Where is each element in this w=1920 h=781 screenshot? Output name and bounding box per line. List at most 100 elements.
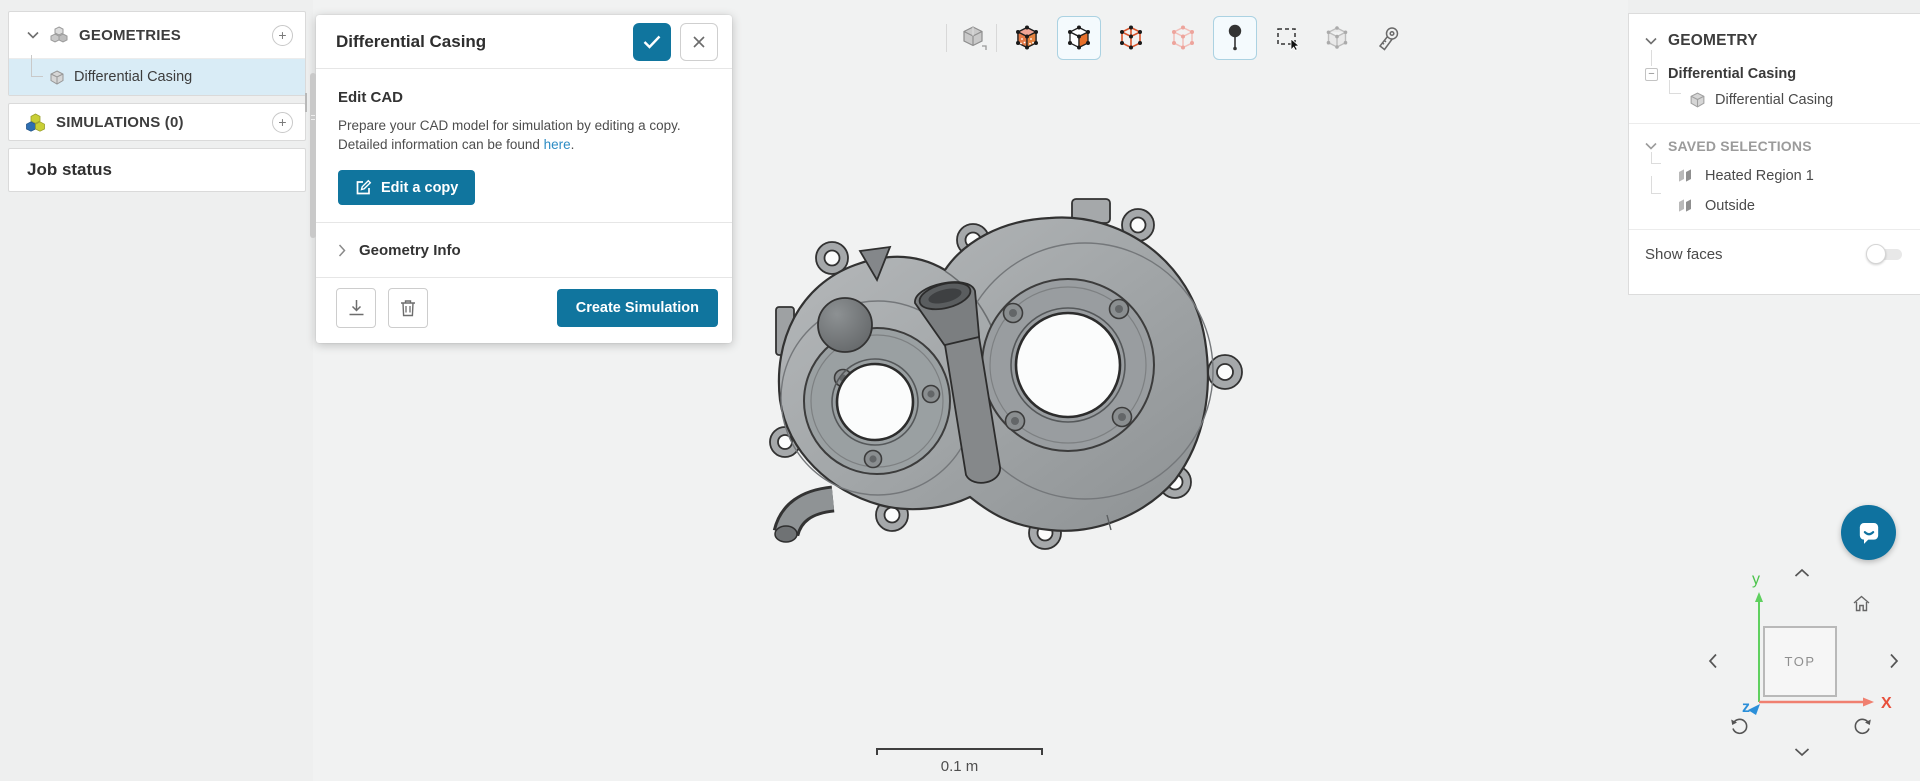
saved-selection-label: Heated Region 1 bbox=[1705, 167, 1814, 184]
geometry-section-header[interactable]: GEOMETRY bbox=[1629, 14, 1920, 50]
chevron-down-icon bbox=[27, 31, 39, 39]
geometry-info-toggle[interactable]: Geometry Info bbox=[316, 222, 732, 278]
chevron-left-icon bbox=[1708, 653, 1717, 669]
trash-icon bbox=[401, 300, 415, 317]
y-axis-label: y bbox=[1752, 571, 1760, 588]
view-cube-label: TOP bbox=[1784, 654, 1816, 669]
geometries-card: GEOMETRIES + Differential Casing bbox=[8, 11, 306, 96]
show-faces-label: Show faces bbox=[1645, 245, 1723, 263]
chevron-down-icon bbox=[1645, 142, 1657, 150]
geometries-header[interactable]: GEOMETRIES + bbox=[9, 12, 305, 58]
measure-tape-icon bbox=[1378, 27, 1399, 51]
faces-selection-icon bbox=[1679, 169, 1691, 182]
x-axis-label: X bbox=[1881, 695, 1892, 712]
saved-selections-header[interactable]: SAVED SELECTIONS bbox=[1629, 124, 1920, 154]
support-chat-button[interactable] bbox=[1841, 505, 1896, 560]
close-button[interactable] bbox=[680, 22, 718, 61]
chevron-right-icon bbox=[338, 243, 346, 257]
measure-button[interactable] bbox=[1368, 16, 1412, 60]
chevron-up-icon bbox=[1794, 568, 1810, 577]
rotate-up-button[interactable] bbox=[1791, 565, 1813, 581]
geometries-label: GEOMETRIES bbox=[79, 26, 182, 44]
tree-connector bbox=[1651, 152, 1661, 164]
select-assembly-cube-icon bbox=[1326, 26, 1348, 49]
geometry-panel: GEOMETRY − Differential Casing Different… bbox=[1628, 13, 1920, 295]
tree-connector bbox=[31, 55, 43, 77]
toolbar-separator bbox=[946, 24, 947, 52]
select-volumes-cube-icon bbox=[1016, 25, 1038, 50]
chat-icon bbox=[1859, 522, 1878, 544]
probe-point-button[interactable] bbox=[1213, 16, 1257, 60]
edit-a-copy-button[interactable]: Edit a copy bbox=[338, 170, 476, 205]
rotate-right-button[interactable] bbox=[1886, 650, 1902, 672]
close-icon bbox=[693, 35, 705, 48]
download-button[interactable] bbox=[336, 288, 376, 328]
tree-item-child[interactable]: Differential Casing bbox=[1629, 80, 1920, 108]
dialog-title: Differential Casing bbox=[336, 31, 487, 51]
saved-selections-label: SAVED SELECTIONS bbox=[1668, 138, 1812, 154]
dialog-scrollbar[interactable] bbox=[310, 73, 316, 238]
rotate-left-button[interactable] bbox=[1705, 650, 1721, 672]
job-status-label: Job status bbox=[27, 160, 113, 179]
geometry-info-label: Geometry Info bbox=[359, 241, 461, 259]
geometry-item-label: Differential Casing bbox=[74, 69, 193, 85]
probe-pin-icon bbox=[1228, 24, 1242, 51]
simulation-cubes-icon bbox=[26, 113, 45, 132]
chevron-down-icon bbox=[1645, 37, 1657, 45]
geometry-header-label: GEOMETRY bbox=[1668, 32, 1758, 49]
rotate-ccw-icon bbox=[1730, 718, 1747, 734]
select-edges-button[interactable] bbox=[1109, 16, 1153, 60]
show-faces-toggle[interactable] bbox=[1866, 244, 1904, 264]
select-bodies-button[interactable] bbox=[953, 16, 997, 60]
saved-selection-outside[interactable]: Outside bbox=[1629, 176, 1920, 214]
rotate-ccw-button[interactable] bbox=[1727, 713, 1751, 737]
chevron-right-icon bbox=[1890, 653, 1899, 669]
select-faces-cube-icon bbox=[1068, 25, 1090, 50]
scale-bar-label: 0.1 m bbox=[940, 758, 979, 775]
cubes-stack-icon bbox=[50, 26, 68, 43]
select-edges-cube-icon bbox=[1120, 25, 1142, 50]
home-view-button[interactable] bbox=[1850, 592, 1872, 614]
confirm-button[interactable] bbox=[633, 22, 671, 61]
job-status-card: Job status bbox=[8, 148, 306, 192]
tree-item-parent[interactable]: − Differential Casing bbox=[1629, 50, 1920, 82]
select-volumes-button[interactable] bbox=[1005, 16, 1049, 60]
tree-child-label: Differential Casing bbox=[1715, 92, 1834, 108]
select-faces-button[interactable] bbox=[1057, 16, 1101, 60]
check-icon bbox=[643, 35, 661, 49]
tree-parent-label: Differential Casing bbox=[1668, 66, 1797, 82]
edit-pencil-icon bbox=[356, 179, 372, 195]
tree-connector bbox=[1669, 80, 1681, 94]
collapse-minus-icon[interactable]: − bbox=[1645, 67, 1658, 81]
view-cube-top-face[interactable]: TOP bbox=[1763, 626, 1837, 697]
saved-selection-label: Outside bbox=[1705, 197, 1755, 214]
select-vertices-button bbox=[1161, 16, 1205, 60]
add-geometry-button[interactable]: + bbox=[272, 24, 293, 46]
rotate-down-button[interactable] bbox=[1791, 744, 1813, 760]
sidebar-item-differential-casing[interactable]: Differential Casing bbox=[9, 55, 305, 95]
scale-bar bbox=[876, 748, 1043, 755]
create-simulation-button[interactable]: Create Simulation bbox=[556, 289, 718, 327]
simulations-label: SIMULATIONS (0) bbox=[56, 113, 184, 131]
edit-cad-dialog: Differential Casing Edit CAD Prepare you… bbox=[310, 15, 732, 343]
cube-icon bbox=[50, 69, 64, 85]
select-assembly-button bbox=[1315, 16, 1359, 60]
rotate-cw-icon bbox=[1854, 718, 1871, 734]
cube-icon bbox=[1690, 92, 1705, 108]
dialog-header: Differential Casing bbox=[316, 15, 732, 69]
show-faces-row: Show faces bbox=[1629, 230, 1920, 264]
select-bodies-cube-icon bbox=[963, 26, 987, 50]
tree-connector bbox=[1651, 50, 1652, 66]
rotate-cw-button[interactable] bbox=[1850, 713, 1874, 737]
edit-cad-description: Prepare your CAD model for simulation by… bbox=[338, 118, 681, 152]
simulations-card[interactable]: SIMULATIONS (0) + bbox=[8, 103, 306, 141]
delete-button[interactable] bbox=[388, 288, 428, 328]
add-simulation-button[interactable]: + bbox=[272, 111, 293, 133]
differential-casing-model[interactable] bbox=[755, 185, 1265, 575]
faces-selection-icon bbox=[1679, 199, 1691, 212]
home-icon bbox=[1853, 595, 1869, 611]
here-link[interactable]: here bbox=[544, 137, 571, 152]
box-select-icon bbox=[1277, 28, 1300, 52]
box-select-button[interactable] bbox=[1266, 16, 1310, 60]
saved-selection-heated-region[interactable]: Heated Region 1 bbox=[1629, 152, 1920, 184]
